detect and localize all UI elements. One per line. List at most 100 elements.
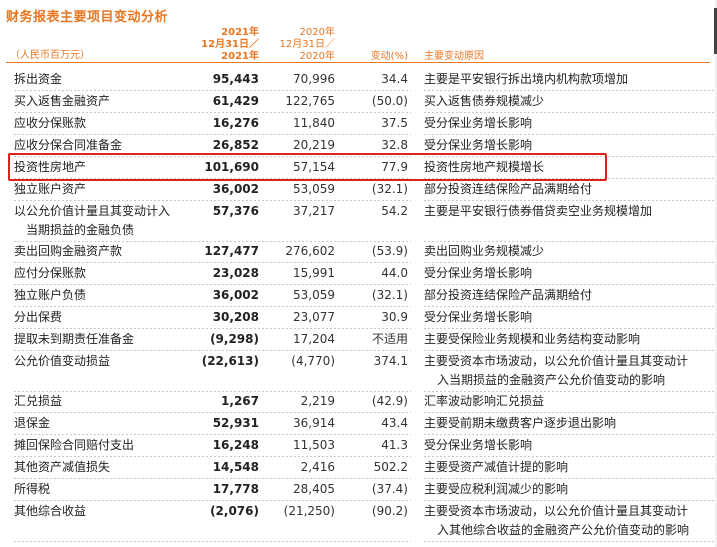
cell-change: 41.3 [381, 438, 408, 452]
unit-label: （人民币百万元） [10, 50, 90, 61]
cell-item: 其他资产减值损失 [14, 460, 111, 474]
section-title: 财务报表主要项目变动分析 [6, 10, 169, 25]
col-2021-year2: 2021年 [221, 51, 259, 62]
cell-v2021: 16,248 [212, 438, 259, 452]
cell-change: (37.4) [371, 482, 408, 496]
cell-item-line2: 当期损益的金融负债 [26, 223, 135, 237]
cell-change: (53.9) [371, 244, 408, 258]
cell-v2021: 127,477 [204, 244, 259, 258]
cell-reason: 受分保业务增长影响 [424, 438, 533, 452]
cell-reason: 汇率波动影响汇兑损益 [424, 394, 545, 408]
cell-v2020: 2,219 [300, 394, 335, 408]
highlight-box [8, 153, 607, 181]
cell-v2020: 276,602 [285, 244, 335, 258]
cell-change: 30.9 [381, 310, 408, 324]
cell-v2020: 17,204 [293, 332, 335, 346]
cell-v2020: 11,503 [293, 438, 335, 452]
cell-change: (32.1) [371, 288, 408, 302]
row-divider [424, 541, 716, 542]
cell-reason: 受分保业务增长影响 [424, 116, 533, 130]
cell-change: 502.2 [373, 460, 408, 474]
cell-v2021: 1,267 [221, 394, 259, 408]
cell-reason: 主要受资本市场波动，以公允价值计量且其变动计 [424, 354, 689, 368]
cell-reason-line2: 入当期损益的金融资产公允价值变动的影响 [437, 373, 666, 387]
cell-v2020: (4,770) [291, 354, 335, 368]
cell-change: 34.4 [381, 72, 408, 86]
cell-v2021: 36,002 [212, 182, 259, 196]
col-reason: 主要变动原因 [424, 51, 484, 62]
cell-change: 43.4 [381, 416, 408, 430]
col-change: 变动(%) [370, 51, 408, 62]
cell-change: (90.2) [371, 504, 408, 518]
cell-v2021: 14,548 [212, 460, 259, 474]
cell-reason: 部分投资连结保险产品满期给付 [424, 182, 593, 196]
col-2021-year: 2021年 [221, 27, 259, 38]
cell-v2021: 36,002 [212, 288, 259, 302]
cell-item: 独立账户资产 [14, 182, 87, 196]
cell-reason: 卖出回购业务规模减少 [424, 244, 545, 258]
cell-reason: 主要受应税利润减少的影响 [424, 482, 569, 496]
cell-item: 退保金 [14, 416, 51, 430]
col-2021-date: 12月31日／ [201, 39, 259, 50]
cell-item: 以公允价值计量且其变动计入 [14, 204, 171, 218]
cell-reason: 主要受前期未缴费客户逐步退出影响 [424, 416, 617, 430]
cell-item: 分出保费 [14, 310, 63, 324]
cell-change: 不适用 [371, 332, 408, 346]
cell-v2021: 95,443 [212, 72, 259, 86]
row-divider [14, 541, 411, 542]
col-2020-date: 12月31日／ [279, 39, 335, 50]
cell-item: 所得税 [14, 482, 51, 496]
cell-v2020: 2,416 [300, 460, 335, 474]
cell-v2020: 36,914 [293, 416, 335, 430]
cell-item: 公允价值变动损益 [14, 354, 111, 368]
cell-v2021: 61,429 [212, 94, 259, 108]
cell-reason: 主要是平安银行拆出境内机构款项增加 [424, 72, 629, 86]
col-2020-year2: 2020年 [299, 51, 335, 62]
cell-v2020: (21,250) [283, 504, 335, 518]
cell-change: (50.0) [371, 94, 408, 108]
cell-reason: 主要是平安银行债券借贷卖空业务规模增加 [424, 204, 653, 218]
cell-item: 卖出回购金融资产款 [14, 244, 123, 258]
cell-reason: 受分保业务增长影响 [424, 266, 533, 280]
cell-item: 提取未到期责任准备金 [14, 332, 135, 346]
cell-v2020: 11,840 [293, 116, 335, 130]
cell-change: 54.2 [381, 204, 408, 218]
header-divider [6, 62, 710, 63]
cell-change: 44.0 [381, 266, 408, 280]
cell-change: 37.5 [381, 116, 408, 130]
cell-v2020: 28,405 [293, 482, 335, 496]
cell-v2021: (2,076) [210, 504, 259, 518]
cell-reason: 主要受保险业务规模和业务结构变动影响 [424, 332, 641, 346]
cell-v2021: (22,613) [201, 354, 259, 368]
cell-v2020: 70,996 [293, 72, 335, 86]
cell-reason: 部分投资连结保险产品满期给付 [424, 288, 593, 302]
cell-item: 应付分保账款 [14, 266, 87, 280]
col-2020-year: 2020年 [299, 27, 335, 38]
cell-change: (42.9) [371, 394, 408, 408]
cell-v2021: (9,298) [210, 332, 259, 346]
cell-v2021: 57,376 [212, 204, 259, 218]
cell-v2021: 52,931 [212, 416, 259, 430]
cell-v2020: 53,059 [293, 288, 335, 302]
cell-v2021: 30,208 [212, 310, 259, 324]
cell-v2020: 53,059 [293, 182, 335, 196]
cell-item: 拆出资金 [14, 72, 63, 86]
cell-reason-line2: 入其他综合收益的金融资产公允价值变动的影响 [437, 523, 690, 537]
cell-item: 应收分保账款 [14, 116, 87, 130]
cell-reason: 买入返售债券规模减少 [424, 94, 545, 108]
row-divider [14, 391, 411, 392]
cell-item: 其他综合收益 [14, 504, 87, 518]
cell-item: 汇兑损益 [14, 394, 63, 408]
cell-item: 独立账户负债 [14, 288, 87, 302]
cell-v2020: 37,217 [293, 204, 335, 218]
cell-change: 374.1 [373, 354, 408, 368]
cell-reason: 主要受资产减值计提的影响 [424, 460, 569, 474]
cell-item: 摊回保险合同赔付支出 [14, 438, 135, 452]
cell-v2021: 16,276 [212, 116, 259, 130]
cell-reason: 主要受资本市场波动，以公允价值计量且其变动计 [424, 504, 689, 518]
cell-v2020: 15,991 [293, 266, 335, 280]
cell-v2021: 23,028 [212, 266, 259, 280]
cell-reason: 受分保业务增长影响 [424, 310, 533, 324]
cell-change: (32.1) [371, 182, 408, 196]
cell-v2020: 23,077 [293, 310, 335, 324]
